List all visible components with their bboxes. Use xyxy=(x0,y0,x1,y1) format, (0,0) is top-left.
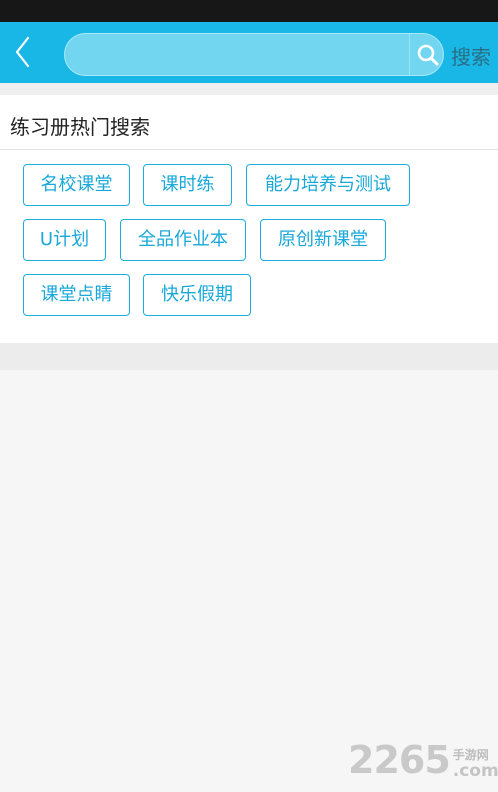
hot-tag[interactable]: 名校课堂 xyxy=(23,164,130,206)
hot-tag[interactable]: 课堂点睛 xyxy=(23,274,130,316)
watermark-domain: .com xyxy=(452,761,498,781)
watermark-number: 2265 xyxy=(348,738,451,782)
site-watermark: 2265 手游网 .com xyxy=(348,740,498,780)
hot-search-panel: 练习册热门搜索 名校课堂 课时练 能力培养与测试 U计划 全品作业本 原创新课堂… xyxy=(0,95,498,343)
search-divider xyxy=(409,34,410,75)
watermark-suffix: 手游网 .com xyxy=(453,749,498,780)
section-spacer xyxy=(0,83,498,95)
header-bar: 搜索 xyxy=(0,22,498,83)
chevron-left-icon xyxy=(15,36,30,68)
status-bar xyxy=(0,0,498,22)
hot-tag[interactable]: 课时练 xyxy=(143,164,232,206)
search-input[interactable] xyxy=(79,34,407,75)
section-spacer xyxy=(0,343,498,370)
hot-tag[interactable]: 全品作业本 xyxy=(120,219,246,261)
watermark-cn: 手游网 xyxy=(452,748,489,762)
search-box xyxy=(64,33,444,76)
hot-tag[interactable]: 能力培养与测试 xyxy=(246,164,410,206)
hot-tag[interactable]: 快乐假期 xyxy=(143,274,251,316)
back-button[interactable] xyxy=(8,32,42,72)
search-button[interactable]: 搜索 xyxy=(451,41,491,70)
hot-tag[interactable]: 原创新课堂 xyxy=(260,219,386,261)
hot-tag[interactable]: U计划 xyxy=(23,219,106,261)
search-icon[interactable] xyxy=(415,42,441,68)
hot-search-title: 练习册热门搜索 xyxy=(10,115,150,139)
hot-search-divider xyxy=(0,149,498,150)
